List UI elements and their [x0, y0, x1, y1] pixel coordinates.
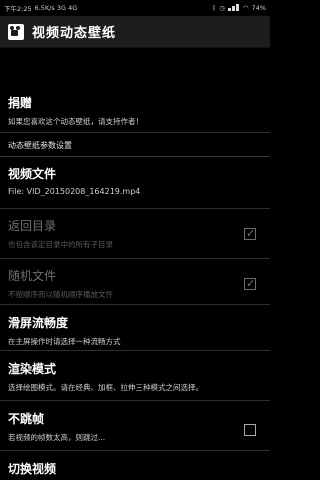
- divider: [0, 258, 270, 259]
- signal-icon: [227, 3, 240, 13]
- no-skip-checkbox[interactable]: [244, 424, 256, 436]
- status-time: 下午2:25: [4, 5, 32, 13]
- donate-item[interactable]: 捐赠 如果您喜欢这个动态壁纸，请支持作者！: [0, 94, 270, 127]
- smoothness-item[interactable]: 滑屏流畅度 在主屏操作时请选择一种流畅方式: [0, 314, 270, 347]
- switch-video-title: 切换视频: [8, 462, 57, 476]
- settings-list[interactable]: 捐赠 如果您喜欢这个动态壁纸，请支持作者！ 动态壁纸参数设置 视频文件 File…: [0, 48, 270, 480]
- video-file-title: 视频文件: [8, 167, 57, 181]
- check-icon: ✓: [246, 277, 256, 290]
- donate-summary: 如果您喜欢这个动态壁纸，请支持作者！: [8, 117, 143, 126]
- loop-dir-title: 返回目录: [8, 219, 57, 233]
- status-right: ᛒ ◷ ◠ 74%: [212, 3, 266, 13]
- video-file-summary: File: VID_20150208_164219.mp4: [8, 187, 141, 196]
- loop-dir-item[interactable]: 返回目录 也包含该定目录中的所有子目录: [0, 217, 270, 250]
- smoothness-summary: 在主屏操作时请选择一种流畅方式: [8, 337, 121, 346]
- donate-title: 捐赠: [8, 96, 33, 110]
- app-title: 视频动态壁纸: [32, 26, 117, 41]
- divider: [0, 350, 270, 351]
- render-mode-title: 渲染模式: [8, 362, 57, 376]
- random-file-summary: 不按顺序而以随机顺序播放文件: [8, 290, 113, 299]
- smoothness-title: 滑屏流畅度: [8, 316, 69, 330]
- section-header: 动态壁纸参数设置: [8, 141, 72, 150]
- check-icon: ✓: [246, 227, 256, 240]
- random-file-item[interactable]: 随机文件 不按顺序而以随机顺序播放文件: [0, 267, 270, 300]
- loop-dir-summary: 也包含该定目录中的所有子目录: [8, 240, 113, 249]
- section-divider: [0, 156, 270, 157]
- random-file-title: 随机文件: [8, 269, 57, 283]
- divider: [0, 400, 270, 401]
- alarm-icon: ◷: [219, 4, 225, 12]
- render-mode-item[interactable]: 渲染模式 选择绘图模式。请在经典、加框、拉伸三种模式之间选择。: [0, 360, 270, 393]
- loop-dir-checkbox[interactable]: ✓: [244, 227, 256, 240]
- divider: [0, 208, 270, 209]
- no-skip-title: 不跳帧: [8, 412, 45, 426]
- video-file-item[interactable]: 视频文件 File: VID_20150208_164219.mp4: [0, 165, 270, 196]
- status-network: 6.5K/s 3G 4G: [34, 4, 78, 12]
- app-bar: 视频动态壁纸: [0, 16, 270, 48]
- render-mode-summary: 选择绘图模式。请在经典、加框、拉伸三种模式之间选择。: [8, 383, 203, 392]
- divider: [0, 450, 270, 451]
- video-camera-icon[interactable]: [8, 23, 24, 40]
- status-left: 下午2:25 6.5K/s 3G 4G: [4, 3, 77, 13]
- wifi-icon: ◠: [242, 4, 249, 12]
- no-skip-summary: 若视频的帧数太高，则跳过...: [8, 433, 106, 442]
- bluetooth-icon: ᛒ: [212, 4, 217, 12]
- switch-video-item[interactable]: 切换视频: [0, 460, 270, 477]
- divider: [0, 304, 270, 305]
- battery-level: 74%: [251, 4, 266, 12]
- divider: [0, 132, 270, 133]
- random-file-checkbox[interactable]: ✓: [244, 277, 256, 290]
- status-bar: 下午2:25 6.5K/s 3G 4G ᛒ ◷ ◠ 74%: [0, 0, 270, 16]
- no-skip-item[interactable]: 不跳帧 若视频的帧数太高，则跳过...: [0, 410, 270, 443]
